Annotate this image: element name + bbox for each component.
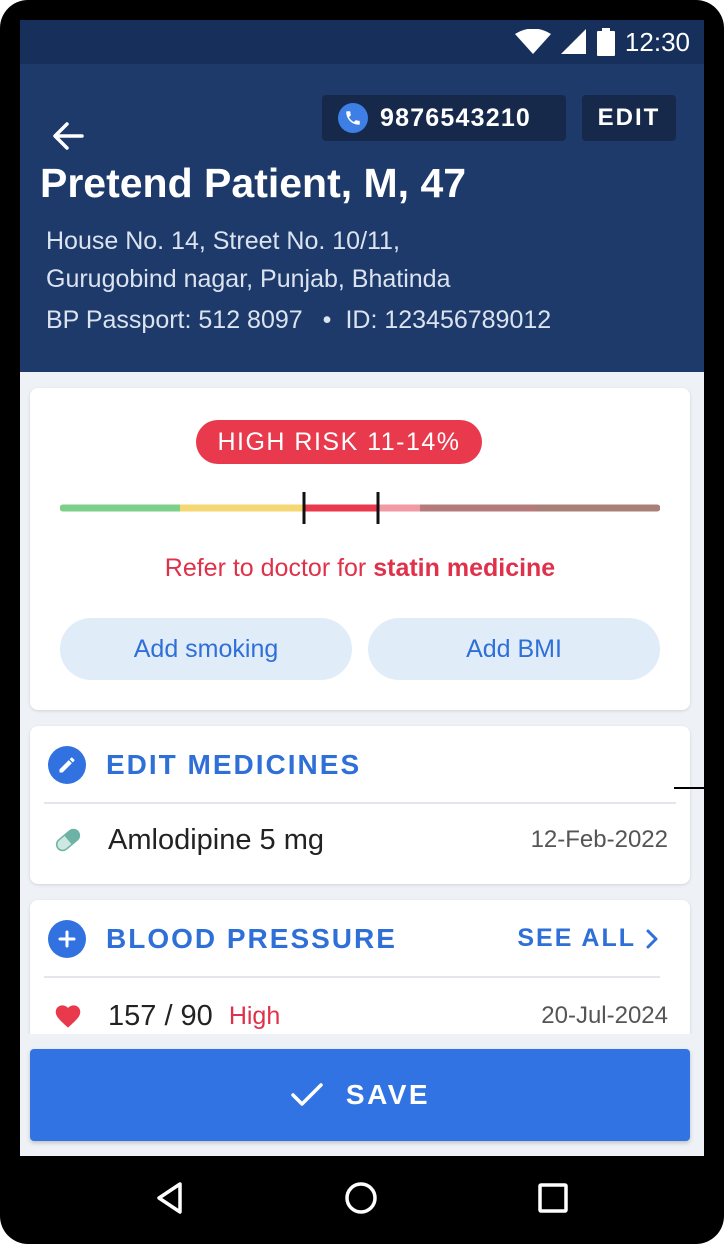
call-patient-button[interactable]: 9876543210	[322, 95, 566, 141]
patient-header: 9876543210 EDIT Pretend Patient, M, 47 H…	[20, 64, 704, 372]
back-button[interactable]	[48, 116, 88, 156]
chevron-right-icon	[646, 929, 658, 948]
heart-icon	[50, 998, 86, 1034]
edit-patient-button[interactable]: EDIT	[582, 95, 676, 141]
medicines-card: EDIT MEDICINES Amlodipine 5 mg 12-Feb-20…	[30, 726, 690, 884]
status-bar: 12:30	[20, 20, 704, 64]
plus-icon	[48, 920, 86, 958]
patient-identifiers: BP Passport: 512 8097 • ID: 123456789012	[46, 306, 551, 335]
triangle-back-icon	[157, 1182, 182, 1214]
see-all-button[interactable]: SEE ALL	[517, 924, 660, 953]
see-all-label: SEE ALL	[517, 924, 636, 952]
bp-date: 20-Jul-2024	[541, 1002, 668, 1029]
blood-pressure-title: BLOOD PRESSURE	[106, 923, 397, 954]
signal-icon	[560, 29, 586, 54]
battery-icon	[596, 28, 615, 56]
phone-icon	[338, 103, 368, 133]
address-line-2: Gurugobind nagar, Punjab, Bhatinda	[46, 265, 451, 293]
patient-address: House No. 14, Street No. 10/11, Gurugobi…	[46, 222, 450, 298]
bp-status: High	[228, 1001, 281, 1030]
medicine-name: Amlodipine 5 mg	[108, 823, 324, 856]
nav-back-button[interactable]	[140, 1168, 200, 1228]
separator-dot: •	[322, 306, 332, 334]
bp-passport: BP Passport: 512 8097	[46, 306, 303, 334]
risk-badge: HIGH RISK 11-14%	[196, 420, 482, 464]
scroll-indicator	[674, 787, 704, 789]
add-bmi-button[interactable]: Add BMI	[368, 618, 660, 680]
wifi-icon	[514, 29, 551, 54]
address-line-1: House No. 14, Street No. 10/11,	[46, 227, 400, 255]
save-button[interactable]: SAVE	[30, 1049, 690, 1141]
pill-icon	[50, 822, 86, 858]
risk-scale	[60, 492, 660, 524]
arrow-left-icon	[53, 122, 84, 150]
patient-name: Pretend Patient, M, 47	[40, 160, 467, 206]
add-blood-pressure-header[interactable]: BLOOD PRESSURE	[48, 920, 397, 958]
pencil-icon	[48, 746, 86, 784]
square-recents-icon	[538, 1183, 568, 1213]
edit-medicines-header[interactable]: EDIT MEDICINES	[48, 746, 361, 784]
risk-advice: Refer to doctor for statin medicine	[164, 554, 556, 582]
status-time: 12:30	[624, 27, 690, 57]
list-item: Amlodipine 5 mg 12-Feb-2022	[50, 822, 668, 858]
device-frame: 12:30 9876543210 EDIT Pretend Patient, M…	[0, 0, 724, 1244]
add-smoking-button[interactable]: Add smoking	[60, 618, 352, 680]
medicine-date: 12-Feb-2022	[530, 826, 668, 853]
nav-recents-button[interactable]	[523, 1168, 583, 1228]
bp-reading: 157 / 90	[108, 999, 213, 1032]
divider	[44, 802, 676, 804]
save-label: SAVE	[345, 1079, 431, 1110]
phone-number: 9876543210	[380, 103, 532, 132]
edit-medicines-title: EDIT MEDICINES	[106, 749, 362, 780]
nav-home-button[interactable]	[331, 1168, 391, 1228]
cvd-risk-card: HIGH RISK 11-14% Refer to doctor for sta…	[30, 388, 690, 710]
patient-id: ID: 123456789012	[345, 306, 552, 334]
list-item[interactable]: 157 / 90 High 20-Jul-2024	[50, 998, 668, 1034]
check-icon	[291, 1083, 323, 1106]
circle-home-icon	[345, 1182, 377, 1214]
app-screen: 12:30 9876543210 EDIT Pretend Patient, M…	[20, 20, 704, 1156]
navigation-bar	[0, 1158, 724, 1244]
divider	[44, 976, 660, 978]
